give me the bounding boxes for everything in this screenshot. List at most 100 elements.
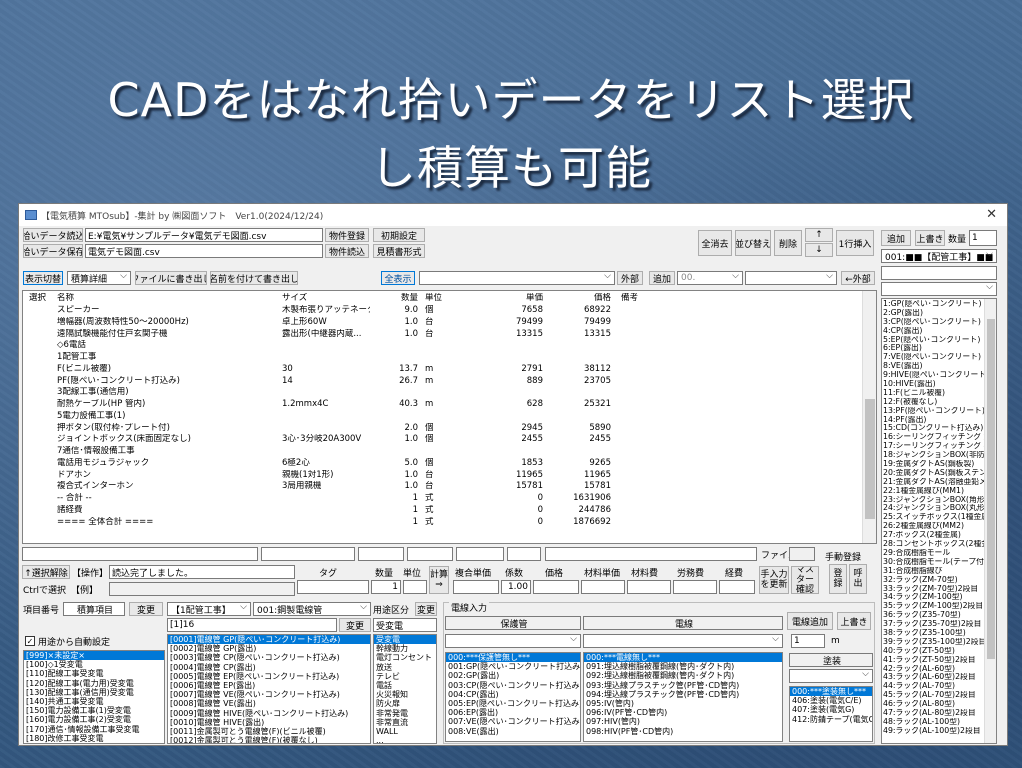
list-item[interactable]: 12:F(被覆なし) — [882, 398, 996, 407]
master-check-button[interactable]: マスター確認 — [791, 566, 819, 594]
labor-cost-field[interactable] — [673, 580, 717, 594]
list-item[interactable]: 非常直流 — [374, 718, 436, 727]
list-item[interactable]: 23:ジャンクションBOX(角形1種) — [882, 496, 996, 505]
item-category-combo[interactable]: 【1配管工事】 — [167, 602, 251, 616]
item-type-combo[interactable]: 001:鋼製電線管 — [253, 602, 371, 616]
call-button[interactable]: 呼出 — [849, 564, 867, 594]
grid-scrollbar[interactable] — [862, 291, 876, 543]
pipe-type-list[interactable]: [0001]電線管 GP(隠ぺい･コンクリート打込み) [0002]電線管 GP(… — [167, 634, 371, 744]
usage-change-button[interactable]: 変更 — [415, 602, 437, 616]
add-combo2[interactable] — [745, 271, 837, 285]
material-cost-field[interactable] — [627, 580, 671, 594]
list-item[interactable]: 093:埋込線プラスチック管(PF管･CD管内) — [584, 681, 782, 690]
list-item[interactable]: 095:IV(管内) — [584, 699, 782, 708]
delete-button[interactable]: 削除 — [774, 230, 802, 256]
list-item[interactable]: 電灯コンセント — [374, 653, 436, 662]
list-item[interactable]: 6:EP(露出) — [882, 344, 996, 353]
table-row[interactable]: 諸経費 1 式 0 244786 — [23, 505, 876, 517]
list-item[interactable]: 28:コンセントボックス(2種金属) — [882, 540, 996, 549]
manual-update-button[interactable]: 手入力を更新 — [759, 566, 789, 594]
list-item[interactable]: 火災報知 — [374, 690, 436, 699]
right-item-list[interactable]: 1:GP(隠ぺい･コンクリート) 2:GP(露出) 3:CP(隠ぺい･コンクリート)… — [881, 298, 997, 744]
unit-field[interactable] — [403, 580, 427, 594]
list-item[interactable]: 20:金属ダクトAS(鋼板ステンレス) — [882, 469, 996, 478]
read-pick-button[interactable]: 拾いデータ読込 — [23, 228, 83, 242]
list-item[interactable]: [140]共通工事受変電 — [24, 697, 164, 706]
list-item[interactable]: 096:IV(PF管･CD管内) — [584, 708, 782, 717]
edit-up-field[interactable] — [456, 547, 504, 561]
list-item[interactable]: 18:ジャンクションBOX(非防爆) — [882, 451, 996, 460]
table-row[interactable]: -- 合計 -- 1 式 0 1631906 — [23, 493, 876, 505]
list-item[interactable]: 10:HIVE(露出) — [882, 380, 996, 389]
list-item[interactable]: 000:***電線無し*** — [584, 653, 782, 663]
list-item[interactable]: 008:VE(露出) — [446, 727, 580, 736]
list-item[interactable]: 007:VE(隠ぺい･コンクリート打込み) — [446, 717, 580, 726]
right-list-scrollbar[interactable] — [984, 299, 996, 743]
coefficient-field[interactable]: 1.00 — [501, 580, 531, 594]
table-row[interactable]: ドアホン 親機(1対1形) 1.0 台 11965 11965 — [23, 470, 876, 482]
list-item[interactable]: 44:ラック(AL-70型) — [882, 682, 996, 691]
list-item[interactable]: [999]×未設定× — [24, 651, 164, 661]
list-item[interactable]: 000:***塗装無し*** — [790, 687, 872, 697]
list-item[interactable]: 26:2種金属線ぴ(MM2) — [882, 522, 996, 531]
cable-qty-field[interactable]: 1 — [791, 634, 825, 648]
tag-field[interactable] — [297, 580, 369, 594]
list-item[interactable]: 15:CD(コンクリート打込み) — [882, 424, 996, 433]
init-settings-button[interactable]: 初期設定 — [373, 228, 425, 242]
select-release-button[interactable]: ↑選択解除 — [22, 565, 70, 579]
list-item[interactable]: 412:防錆テープ(電気G — [790, 715, 872, 724]
paint-combo[interactable] — [789, 669, 873, 683]
table-row[interactable]: スピーカー 木製布張りアッテネータ... 9.0 個 7658 68922 — [23, 305, 876, 317]
list-item[interactable]: 1:GP(隠ぺい･コンクリート) — [882, 300, 996, 309]
cable-combo[interactable] — [583, 634, 783, 648]
edit-name-field[interactable] — [22, 547, 258, 561]
list-item[interactable]: 45:ラック(AL-70型)2段目 — [882, 691, 996, 700]
calc-button[interactable]: 計算⇒ — [429, 566, 449, 594]
list-item[interactable]: 406:塗装(電気C/E) — [790, 696, 872, 705]
list-item[interactable]: [0012]金属製可とう電線管(F)(被覆なし) — [168, 736, 370, 743]
list-item[interactable]: 4:CP(露出) — [882, 327, 996, 336]
read-project-button[interactable]: 物件読込 — [325, 244, 369, 258]
list-item[interactable]: 7:VE(隠ぺい･コンクリート) — [882, 353, 996, 362]
usage-list[interactable]: 受変電 幹線動力 電灯コンセント 放送 テレビ 電話 火災報知 防火扉 非常発電 非常直流 WALL… — [373, 634, 437, 744]
protect-pipe-list[interactable]: 000:***保護管無し*** 001:GP(隠ぺい･コンクリート打込み) 002:… — [445, 652, 581, 742]
list-item[interactable]: 40:ラック(ZT-50型) — [882, 647, 996, 656]
cable-overwrite-button[interactable]: 上書き — [837, 612, 871, 630]
list-item[interactable]: [0009]電線管 HIVE(隠ぺい･コンクリート打込み) — [168, 709, 370, 718]
item-change-button[interactable]: 変更 — [129, 602, 163, 616]
estimate-form-button[interactable]: 見積書形式 — [373, 244, 425, 258]
table-row[interactable]: 押ボタン(取付枠･プレート付) 2.0 個 2945 5890 — [23, 423, 876, 435]
list-item[interactable]: 34:ラック(ZM-100型) — [882, 593, 996, 602]
list-item[interactable]: 33:ラック(ZM-70型)2段目 — [882, 585, 996, 594]
list-item[interactable]: 2:GP(露出) — [882, 309, 996, 318]
external-button[interactable]: 外部 — [617, 271, 643, 285]
list-item[interactable]: 9:HIVE(隠ぺい･コンクリート) — [882, 371, 996, 380]
list-item[interactable]: 097:HIV(管内) — [584, 717, 782, 726]
right-category-combo[interactable]: 001:■■【配管工事】■■ — [881, 249, 997, 263]
table-row[interactable]: 遠隔試験機能付住戸玄関子機 露出形(中継器内蔵... 1.0 台 13315 13315 — [23, 329, 876, 341]
list-item[interactable]: 000:***保護管無し*** — [446, 653, 580, 663]
detail-combo[interactable]: 積算詳細 — [67, 271, 131, 285]
move-down-button[interactable]: ↓ — [805, 243, 833, 257]
list-item[interactable]: [0006]電線管 EP(露出) — [168, 681, 370, 690]
list-item[interactable]: 37:ラック(Z35-70型)2段目 — [882, 620, 996, 629]
composite-price-field[interactable] — [453, 580, 499, 594]
list-item[interactable]: 29:合成樹脂モール — [882, 549, 996, 558]
table-row[interactable]: 5電力設備工事(1) — [23, 411, 876, 423]
list-item[interactable]: 091:埋込線樹脂被覆鋼線(管内･ダクト内) — [584, 662, 782, 671]
filter-combo[interactable] — [419, 271, 615, 285]
move-up-button[interactable]: ↑ — [805, 228, 833, 242]
table-row[interactable]: 電話用モジュラジャック 6極2心 5.0 個 1853 9265 — [23, 458, 876, 470]
list-item[interactable]: [0008]電線管 VE(露出) — [168, 699, 370, 708]
list-item[interactable]: 17:シーリングフィッチング 横形 — [882, 442, 996, 451]
right-field-1[interactable] — [881, 266, 997, 280]
list-item[interactable]: [0004]電線管 CP(露出) — [168, 663, 370, 672]
list-item[interactable]: [170]通信･情報設備工事受変電 — [24, 725, 164, 734]
material-unit-field[interactable] — [581, 580, 625, 594]
sub-field[interactable]: [1]16 — [167, 618, 337, 632]
list-item[interactable]: [0002]電線管 GP(露出) — [168, 644, 370, 653]
list-item[interactable]: 27:ボックス(2種金属) — [882, 531, 996, 540]
list-item[interactable]: 46:ラック(AL-80型) — [882, 700, 996, 709]
list-item[interactable]: 30:合成樹脂モール(テープ付き) — [882, 558, 996, 567]
estimate-grid[interactable]: 選択 名称 サイズ 数量 単位 単価 価格 備考 スピーカー 木製布張りアッテネー… — [22, 290, 877, 544]
